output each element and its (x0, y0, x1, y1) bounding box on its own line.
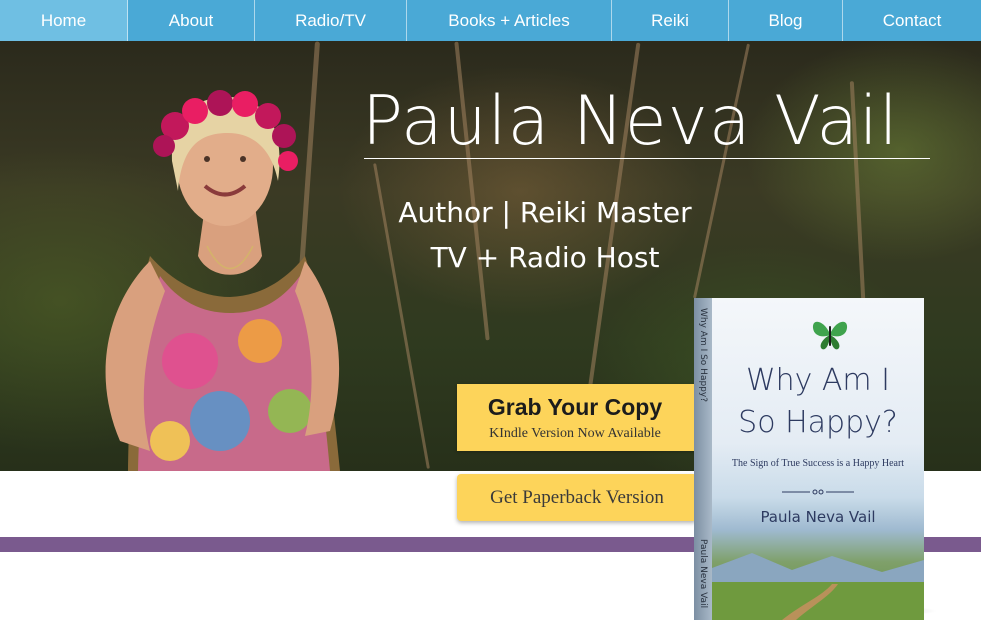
nav-item-about[interactable]: About (128, 0, 255, 41)
cover-title-line1: Why Am I (745, 363, 891, 398)
hero-title: Paula Neva Vail (362, 82, 899, 161)
nav-item-contact[interactable]: Contact (843, 0, 981, 41)
nav-item-home[interactable]: Home (0, 0, 128, 41)
paperback-button[interactable]: Get Paperback Version (457, 474, 697, 521)
butterfly-icon (812, 321, 848, 350)
spine-title: Why Am I So Happy? (698, 308, 708, 402)
nav-item-reiki[interactable]: Reiki (612, 0, 729, 41)
nav-item-radio-tv[interactable]: Radio/TV (255, 0, 407, 41)
grab-your-copy-button[interactable]: Grab Your Copy KIndle Version Now Availa… (457, 384, 697, 451)
cover-title-line2: So Happy? (738, 405, 898, 440)
cover-title: Why Am I So Happy? (712, 360, 924, 444)
spine-text: Why Am I So Happy? Paula Neva Vail (695, 308, 711, 608)
grab-your-copy-label: Grab Your Copy (487, 394, 663, 420)
book-front-cover: Why Am I So Happy? The Sign of True Succ… (712, 298, 924, 620)
spine-author: Paula Neva Vail (698, 538, 708, 608)
kindle-availability-label: KIndle Version Now Available (489, 426, 661, 441)
main-nav: Home About Radio/TV Books + Articles Rei… (0, 0, 981, 41)
book-spine: Why Am I So Happy? Paula Neva Vail (694, 298, 712, 620)
nav-item-blog[interactable]: Blog (729, 0, 843, 41)
cover-author: Paula Neva Vail (760, 508, 876, 526)
book-cover-image[interactable]: Why Am I So Happy? Paula Neva Vail Why A… (694, 298, 938, 620)
nav-item-books-articles[interactable]: Books + Articles (407, 0, 612, 41)
cover-tagline: The Sign of True Success is a Happy Hear… (731, 458, 905, 469)
hero-subtitle-host: TV + Radio Host (430, 241, 660, 274)
hero-subtitle-roles: Author | Reiki Master (398, 196, 692, 229)
ornament-divider-icon (782, 489, 854, 495)
title-divider (364, 158, 930, 159)
cover-landscape (712, 553, 924, 620)
